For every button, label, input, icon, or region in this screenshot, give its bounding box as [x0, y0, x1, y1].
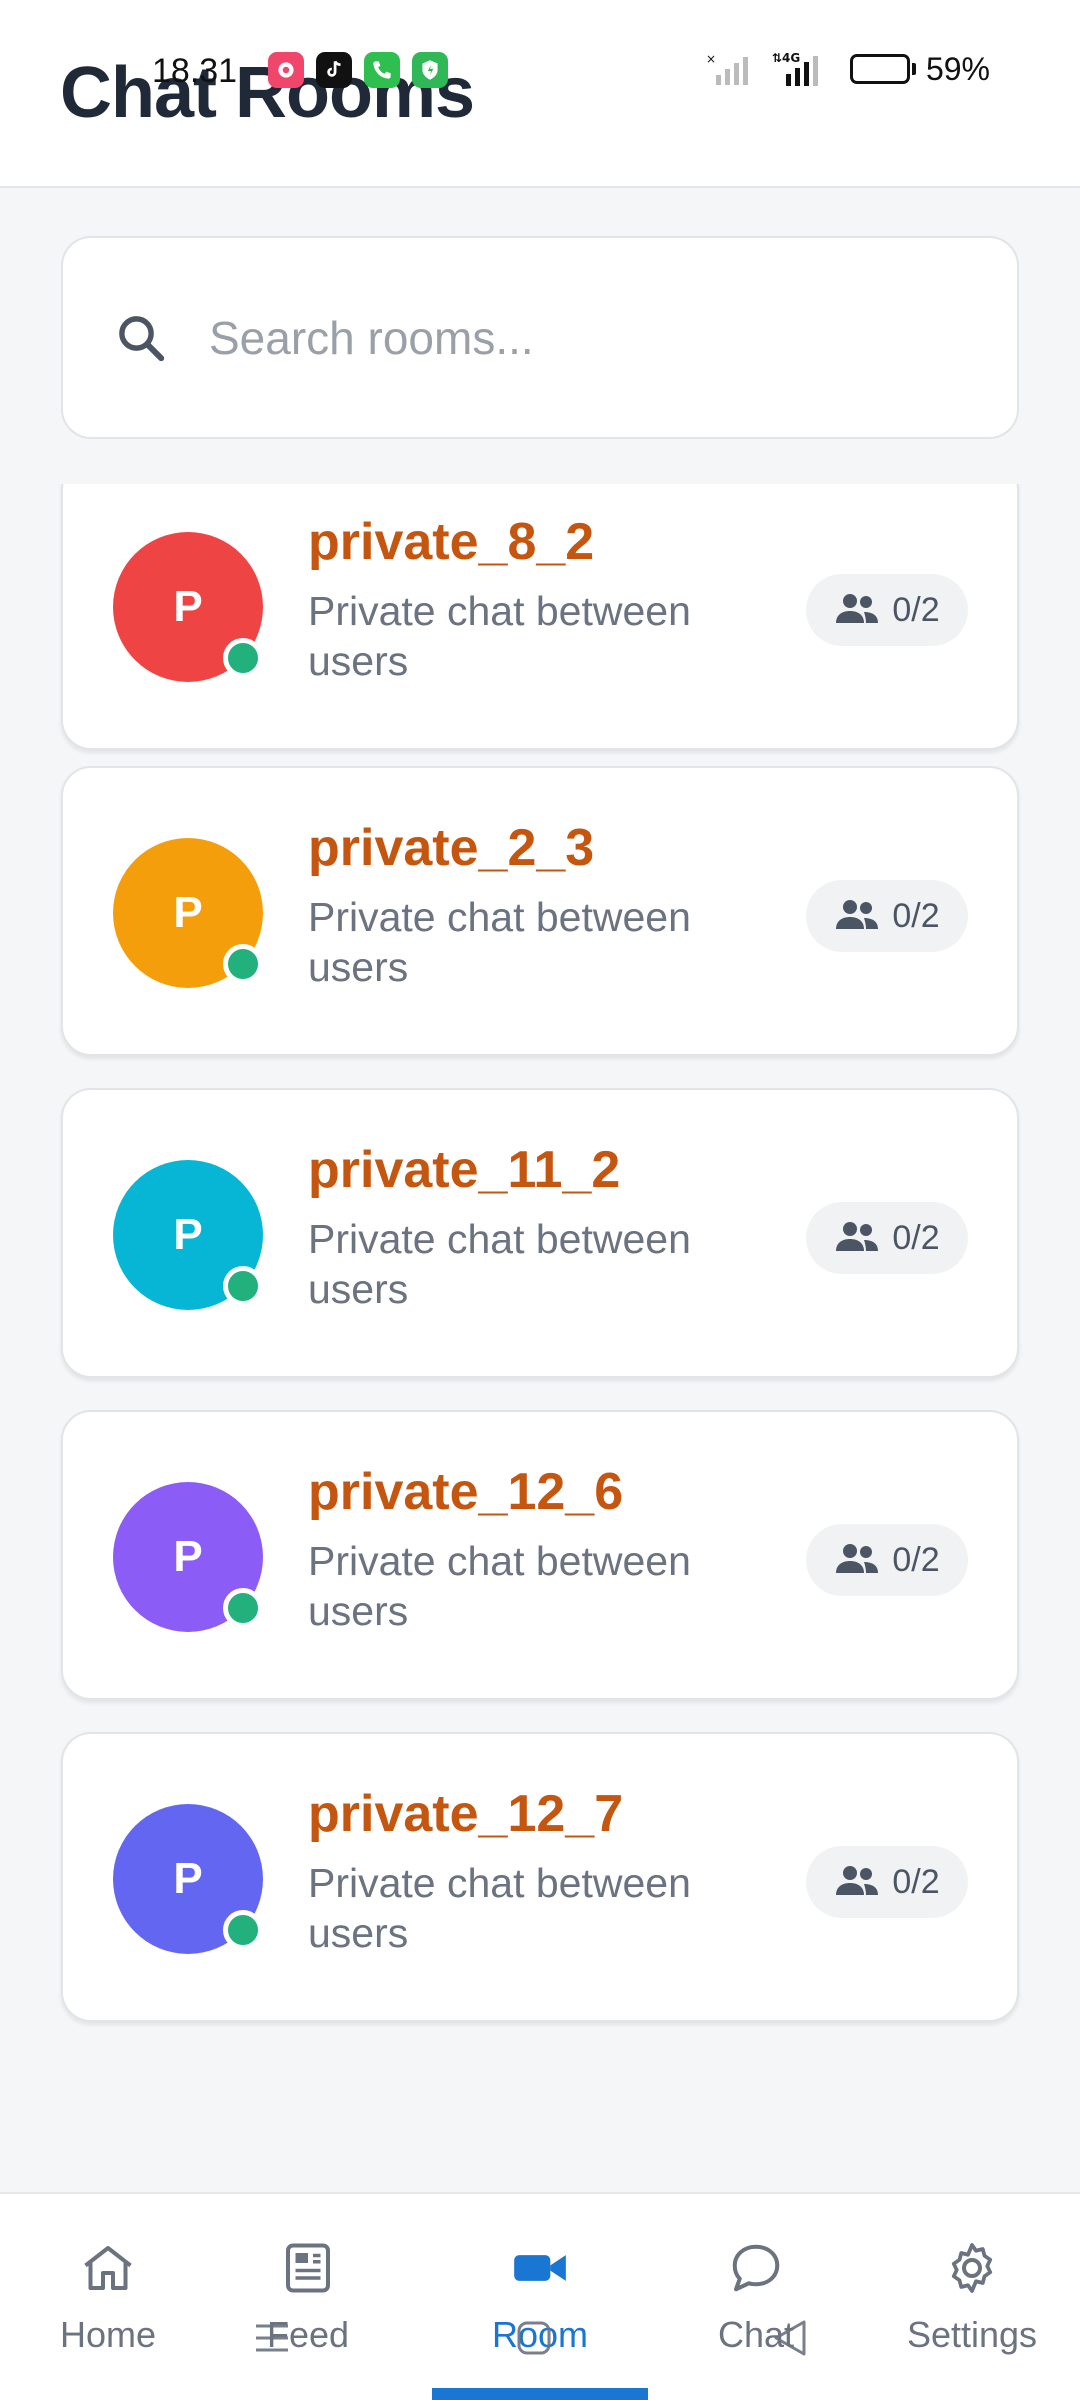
online-indicator [223, 944, 263, 984]
search-icon [111, 308, 171, 368]
shield-app-icon [412, 52, 448, 88]
active-tab-indicator [432, 2388, 648, 2400]
online-indicator [223, 1266, 263, 1306]
member-count-badge: 0/2 [806, 1202, 968, 1274]
chat-bubble-icon [724, 2236, 788, 2300]
room-card[interactable]: P private_2_3 Private chat between users… [61, 766, 1019, 1056]
tiktok-icon [316, 52, 352, 88]
home-icon [76, 2236, 140, 2300]
signal-icon: × [706, 51, 752, 87]
room-name: private_11_2 [308, 1141, 621, 1199]
room-name: private_12_6 [308, 1463, 624, 1521]
users-icon [834, 897, 880, 936]
search-bar[interactable] [61, 236, 1019, 439]
room-name: private_12_7 [308, 1785, 624, 1843]
room-description: Private chat between users [308, 588, 691, 684]
status-notification-icons [268, 52, 448, 88]
battery-percent: 59% [925, 50, 990, 87]
member-count-badge: 0/2 [806, 1524, 968, 1596]
member-count: 0/2 [892, 1540, 940, 1579]
room-card[interactable]: P private_12_7 Private chat between user… [61, 1732, 1019, 2022]
online-indicator [223, 1588, 263, 1628]
gear-icon [940, 2236, 1004, 2300]
room-card[interactable]: P private_12_6 Private chat between user… [61, 1410, 1019, 1700]
battery-icon: 59% [849, 50, 990, 88]
svg-text:⇅4G: ⇅4G [772, 51, 800, 65]
back-gesture-icon[interactable] [770, 2318, 810, 2358]
room-description: Private chat between users [308, 1216, 691, 1312]
app-header: Chat Rooms [0, 0, 1080, 188]
signal-4g-icon: ⇅4G [772, 50, 830, 88]
member-count-badge: 0/2 [806, 1846, 968, 1918]
online-indicator [223, 1910, 263, 1950]
status-time: 18.31 [152, 52, 238, 90]
member-count: 0/2 [892, 1862, 940, 1901]
member-count: 0/2 [892, 590, 940, 629]
room-list[interactable]: P private_8_2 Private chat between users… [0, 484, 1080, 2190]
member-count-badge: 0/2 [806, 880, 968, 952]
nav-feed[interactable]: Feed [200, 2194, 416, 2400]
status-indicators: × ⇅4G 59% [706, 50, 990, 88]
home-gesture-icon[interactable] [514, 2318, 554, 2358]
svg-text:×: × [706, 52, 716, 66]
nav-label: Home [59, 2314, 157, 2355]
nav-chat[interactable]: Chat [648, 2194, 864, 2400]
search-input[interactable] [209, 310, 969, 365]
bottom-navigation: Home Feed Room Chat Settings [0, 2192, 1080, 2400]
nav-settings[interactable]: Settings [864, 2194, 1080, 2400]
online-indicator [223, 638, 263, 678]
nav-room[interactable]: Room [432, 2194, 648, 2400]
users-icon [834, 591, 880, 630]
users-icon [834, 1219, 880, 1258]
phone-icon [364, 52, 400, 88]
nav-label: Settings [906, 2314, 1038, 2355]
room-description: Private chat between users [308, 1538, 691, 1634]
room-name: private_8_2 [308, 513, 595, 571]
room-card[interactable]: P private_11_2 Private chat between user… [61, 1088, 1019, 1378]
users-icon [834, 1541, 880, 1580]
newspaper-icon [276, 2236, 340, 2300]
room-name: private_2_3 [308, 819, 595, 877]
notification-app-icon [268, 52, 304, 88]
nav-home[interactable]: Home [0, 2194, 216, 2400]
users-icon [834, 1863, 880, 1902]
room-description: Private chat between users [308, 1860, 691, 1956]
video-camera-icon [508, 2236, 572, 2300]
menu-gesture-icon[interactable] [252, 2318, 292, 2358]
member-count-badge: 0/2 [806, 574, 968, 646]
member-count: 0/2 [892, 1218, 940, 1257]
room-description: Private chat between users [308, 894, 691, 990]
member-count: 0/2 [892, 896, 940, 935]
room-card[interactable]: P private_8_2 Private chat between users… [61, 484, 1019, 750]
